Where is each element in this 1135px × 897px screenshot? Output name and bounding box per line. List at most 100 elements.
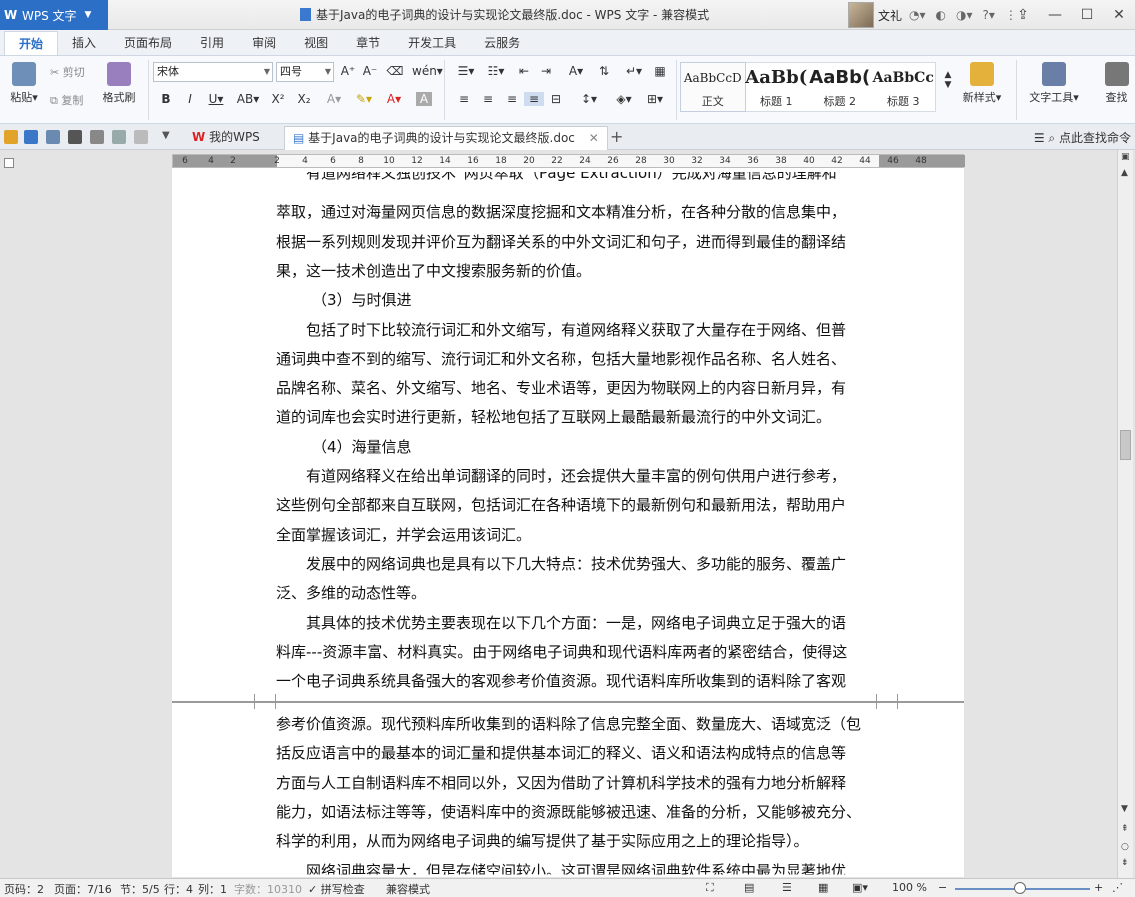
document-page[interactable]: 参考价值资源。现代预料库所收集到的语料除了信息完整全面、数量庞大、语域宽泛（包括… xyxy=(172,701,964,877)
tab-stop-selector[interactable] xyxy=(4,158,14,168)
copy-button[interactable]: ⧉ 复制 xyxy=(50,92,83,108)
distribute-icon[interactable]: ⊟ xyxy=(546,92,566,106)
avatar[interactable] xyxy=(848,2,874,28)
document-text-line[interactable]: 道的词库也会实时进行更新，轻松地包括了互联网上最酷最新最流行的中外文词汇。 xyxy=(276,406,878,427)
web-view-icon[interactable]: ▦ xyxy=(818,881,828,894)
line-spacing-icon[interactable]: ↕▾ xyxy=(576,92,602,106)
document-text-line[interactable]: 方面与人工自制语料库不相同以外，又因为借助了计算机科学技术的强有力地分析解释 xyxy=(276,772,878,793)
borders-icon[interactable]: ⊞▾ xyxy=(642,92,668,106)
skin-icon[interactable]: ◐ xyxy=(933,8,949,22)
save-icon[interactable] xyxy=(24,130,38,144)
horizontal-ruler[interactable]: 6 4 2 2 4 6 8 10 12 14 16 18 20 22 24 26 28 30 32 34 36 38 40 4… xyxy=(172,154,965,168)
status-page-number[interactable]: 页码：2 xyxy=(4,881,44,897)
minimize-icon[interactable]: — xyxy=(1039,0,1071,30)
select-browse-object-icon[interactable]: ○ xyxy=(1121,842,1129,852)
cut-button[interactable]: ✂ 剪切 xyxy=(50,64,85,80)
format-painter-button[interactable]: 格式刷 xyxy=(98,62,140,105)
tab-section[interactable]: 章节 xyxy=(342,31,394,55)
full-screen-icon[interactable]: ⛶ xyxy=(706,881,714,895)
find-command[interactable]: ☰ ⌕ 点此查找命令 xyxy=(1034,129,1131,146)
tab-page-layout[interactable]: 页面布局 xyxy=(110,31,186,55)
paste-button[interactable]: 粘贴▾ xyxy=(4,62,44,105)
new-style-button[interactable]: 新样式▾ xyxy=(952,62,1012,105)
close-tab-icon[interactable]: ✕ xyxy=(589,131,599,145)
protect-view-icon[interactable]: ▣▾ xyxy=(852,881,868,894)
tab-review[interactable]: 审阅 xyxy=(238,31,290,55)
document-text-line[interactable]: 其具体的技术优势主要表现在以下几个方面：一是，网络电子词典立足于强大的语 xyxy=(306,612,908,633)
tab-cloud[interactable]: 云服务 xyxy=(470,31,534,55)
document-text-line[interactable]: 能力，如语法标注等等，使语料库中的资源既能够被迅速、准备的分析，又能够被充分、 xyxy=(276,801,878,822)
tab-insert[interactable]: 插入 xyxy=(58,31,110,55)
redo-icon[interactable] xyxy=(134,130,148,144)
document-text-line[interactable]: 这些例句全部都来自互联网，包括词汇在各种语境下的最新例句和最新用法，帮助用户 xyxy=(276,494,878,515)
superscript-icon[interactable]: X² xyxy=(268,92,288,106)
maximize-icon[interactable]: ☐ xyxy=(1071,0,1103,30)
justify-icon[interactable]: ≡ xyxy=(524,92,544,106)
font-color-icon[interactable]: A▾ xyxy=(384,92,404,106)
document-text-line[interactable]: （3）与时俱进 xyxy=(312,289,914,310)
clear-format-icon[interactable]: ⌫ xyxy=(385,64,405,78)
numbering-icon[interactable]: ☷▾ xyxy=(482,64,510,78)
highlight-icon[interactable]: ✎▾ xyxy=(354,92,374,106)
shrink-font-icon[interactable]: A⁻ xyxy=(360,64,380,78)
tab-references[interactable]: 引用 xyxy=(186,31,238,55)
document-text-line[interactable]: 一个电子词典系统具备强大的客观参考价值资源。现代语料库所收集到的语料除了客观 xyxy=(276,670,878,691)
prev-page-icon[interactable]: ⇞ xyxy=(1121,824,1129,834)
document-text-line[interactable]: 发展中的网络词典也是具有以下几大特点：技术优势强大、多功能的服务、覆盖广 xyxy=(306,553,908,574)
text-effect-icon[interactable]: A▾ xyxy=(324,92,344,106)
tab-my-wps[interactable]: W 我的WPS xyxy=(184,126,268,150)
char-shading-icon[interactable]: A xyxy=(416,92,432,106)
split-icon[interactable]: ▣ xyxy=(1121,152,1130,162)
style-heading-3[interactable]: AaBbCc 标题 3 xyxy=(872,63,936,111)
strikethrough-icon[interactable]: AB▾ xyxy=(236,92,260,106)
document-text-line[interactable]: 品牌名称、菜名、外文缩写、地名、专业术语等，更因为物联网上的内容日新月异，有 xyxy=(276,377,878,398)
shading-icon[interactable]: ◈▾ xyxy=(610,92,638,106)
underline-icon[interactable]: U▾ xyxy=(206,92,226,106)
document-text-line[interactable]: （4）海量信息 xyxy=(312,436,914,457)
find-button[interactable]: 查找 xyxy=(1098,62,1135,105)
style-heading-1[interactable]: AaBb( 标题 1 xyxy=(745,63,809,111)
document-text-line[interactable]: 全面掌握该词汇，并学会运用该词汇。 xyxy=(276,524,878,545)
grow-font-icon[interactable]: A⁺ xyxy=(338,64,358,78)
user-name[interactable]: 文礼 xyxy=(878,7,902,24)
open-icon[interactable] xyxy=(4,130,18,144)
tab-current-document[interactable]: ▤ 基于Java的电子词典的设计与实现论文最终版.doc ✕ xyxy=(284,126,608,150)
zoom-in-icon[interactable]: + xyxy=(1094,881,1103,894)
status-word-count[interactable]: 字数：10310 xyxy=(234,881,302,897)
vertical-scrollbar[interactable]: ▣ ▲ ▼ ⇞ ○ ⇟ xyxy=(1117,150,1133,878)
text-tools-button[interactable]: 文字工具▾ xyxy=(1022,62,1086,105)
tab-view[interactable]: 视图 xyxy=(290,31,342,55)
document-text-line[interactable]: 萃取，通过对海量网页信息的数据深度挖掘和文本精准分析，在各种分散的信息集中， xyxy=(276,201,878,222)
user-status-icon[interactable]: ◔▾ xyxy=(906,8,929,22)
document-page[interactable]: 有道网络释义独创技术“网页萃取”（Page Extraction）完成对海量信息… xyxy=(172,168,964,702)
status-spell-check[interactable]: ✓ 拼写检查 xyxy=(308,881,365,897)
subscript-icon[interactable]: X₂ xyxy=(294,92,314,106)
document-text-line[interactable]: 包括了时下比较流行词汇和外文缩写，有道网络释义获取了大量存在于网络、但普 xyxy=(306,319,908,340)
align-right-icon[interactable]: ≡ xyxy=(502,92,522,106)
help-icon[interactable]: ?▾ xyxy=(980,8,998,22)
tab-developer[interactable]: 开发工具 xyxy=(394,31,470,55)
decrease-indent-icon[interactable]: ⇤ xyxy=(514,64,534,78)
next-page-icon[interactable]: ⇟ xyxy=(1121,858,1129,868)
zoom-level[interactable]: 100 % xyxy=(892,881,927,894)
tab-home[interactable]: 开始 xyxy=(4,31,59,55)
close-icon[interactable]: ✕ xyxy=(1103,0,1135,30)
print-icon[interactable] xyxy=(68,130,82,144)
align-center-icon[interactable]: ≡ xyxy=(478,92,498,106)
outline-view-icon[interactable]: ☰ xyxy=(782,881,792,894)
chinese-layout-icon[interactable]: A▾ xyxy=(562,64,590,78)
zoom-out-icon[interactable]: − xyxy=(938,881,947,894)
document-text-line[interactable]: 料库---资源丰富、材料真实。由于网络电子词典和现代语料库两者的紧密结合，使得这 xyxy=(276,641,878,662)
document-text-line[interactable]: 有道网络释义在给出单词翻译的同时，还会提供大量丰富的例句供用户进行参考， xyxy=(306,465,908,486)
print-preview-icon[interactable] xyxy=(90,130,104,144)
sort-icon[interactable]: ⇅ xyxy=(594,64,614,78)
bullets-icon[interactable]: ☰▾ xyxy=(452,64,480,78)
new-tab-icon[interactable]: + xyxy=(610,127,623,146)
document-text-line[interactable]: 根据一系列规则发现并评价互为翻译关系的中外文词汇和句子，进而得到最佳的翻译结 xyxy=(276,231,878,252)
feedback-icon[interactable]: ◑▾ xyxy=(953,8,976,22)
font-size-select[interactable]: 四号 ▼ xyxy=(276,62,334,82)
increase-indent-icon[interactable]: ⇥ xyxy=(536,64,556,78)
align-left-icon[interactable]: ≡ xyxy=(454,92,474,106)
wps-app-menu[interactable]: W WPS 文字 ▼ xyxy=(0,0,108,30)
restore-ribbon-icon[interactable]: ⇪ xyxy=(1007,0,1039,30)
